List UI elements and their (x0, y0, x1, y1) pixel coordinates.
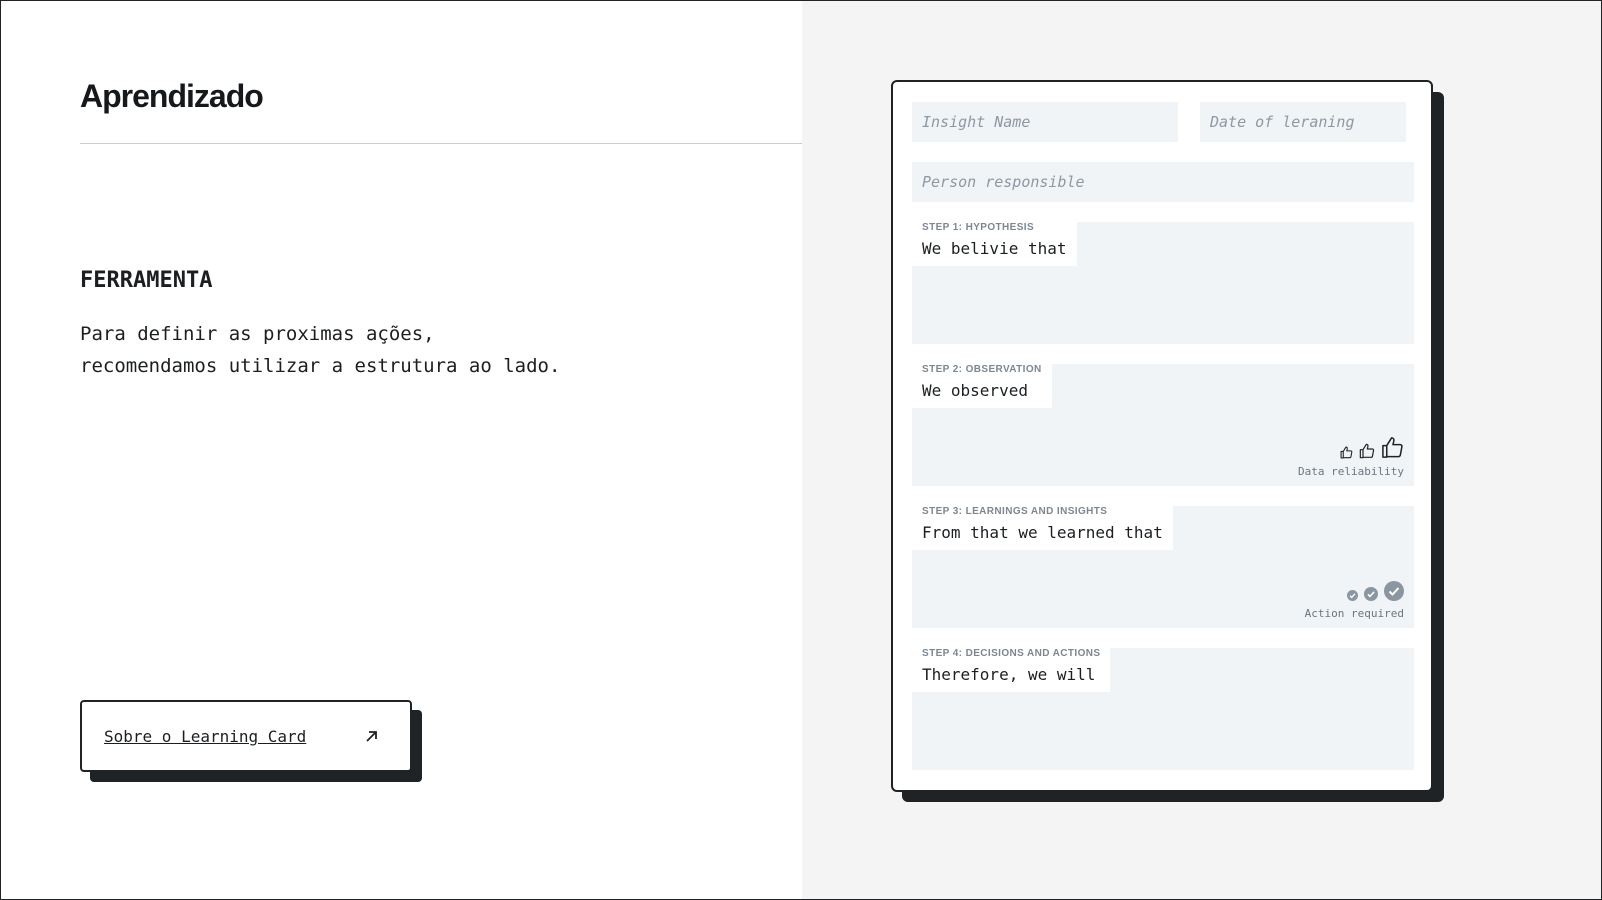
step-prompt: We observed (922, 381, 1028, 400)
action-required-rating: Action required (1305, 581, 1404, 620)
section-description: Para definir as proximas ações, recomend… (80, 318, 700, 382)
step-label: STEP 2: OBSERVATION (922, 364, 1042, 375)
description-line-2: recomendamos utilizar a estrutura ao lad… (80, 355, 561, 377)
step-head: STEP 4: DECISIONS AND ACTIONS Therefore,… (912, 648, 1111, 692)
date-field[interactable]: Date of leraning (1200, 102, 1406, 142)
step-decisions[interactable]: STEP 4: DECISIONS AND ACTIONS Therefore,… (912, 648, 1414, 770)
check-circle-icon[interactable] (1384, 581, 1404, 601)
section-label: FERRAMENTA (80, 268, 213, 293)
thumbs-up-icon[interactable] (1381, 436, 1404, 459)
step-prompt: Therefore, we will (922, 665, 1096, 684)
step-head: STEP 2: OBSERVATION We observed (912, 364, 1052, 408)
step-learnings[interactable]: STEP 3: LEARNINGS AND INSIGHTS From that… (912, 506, 1414, 628)
description-line-1: Para definir as proximas ações, (80, 323, 435, 345)
step-observation[interactable]: STEP 2: OBSERVATION We observed Data rel… (912, 364, 1414, 486)
thumbs-up-icon[interactable] (1340, 446, 1353, 459)
learning-card: Insight Name Date of leraning Person res… (891, 80, 1433, 792)
arrow-up-right-icon (366, 731, 377, 742)
step-head: STEP 3: LEARNINGS AND INSIGHTS From that… (912, 506, 1173, 550)
step-label: STEP 3: LEARNINGS AND INSIGHTS (922, 506, 1108, 517)
insight-name-field[interactable]: Insight Name (912, 102, 1178, 142)
step-hypothesis[interactable]: STEP 1: HYPOTHESIS We belivie that (912, 222, 1414, 344)
link-button-label[interactable]: Sobre o Learning Card (104, 727, 306, 746)
person-responsible-field[interactable]: Person responsible (912, 162, 1414, 202)
step-head: STEP 1: HYPOTHESIS We belivie that (912, 222, 1077, 266)
step-label: STEP 1: HYPOTHESIS (922, 222, 1035, 233)
check-circle-icon[interactable] (1364, 587, 1378, 601)
rating-caption: Action required (1304, 607, 1404, 620)
rating-caption: Data reliability (1298, 465, 1404, 478)
page-title: Aprendizado (80, 78, 264, 114)
step-label: STEP 4: DECISIONS AND ACTIONS (922, 648, 1101, 659)
title-divider (80, 143, 802, 144)
thumbs-up-icon[interactable] (1359, 443, 1375, 459)
learning-card-link-button[interactable]: Sobre o Learning Card (80, 700, 412, 772)
data-reliability-rating: Data reliability (1298, 436, 1404, 478)
check-circle-icon[interactable] (1347, 590, 1358, 601)
step-prompt: We belivie that (922, 239, 1067, 258)
step-prompt: From that we learned that (922, 523, 1163, 542)
